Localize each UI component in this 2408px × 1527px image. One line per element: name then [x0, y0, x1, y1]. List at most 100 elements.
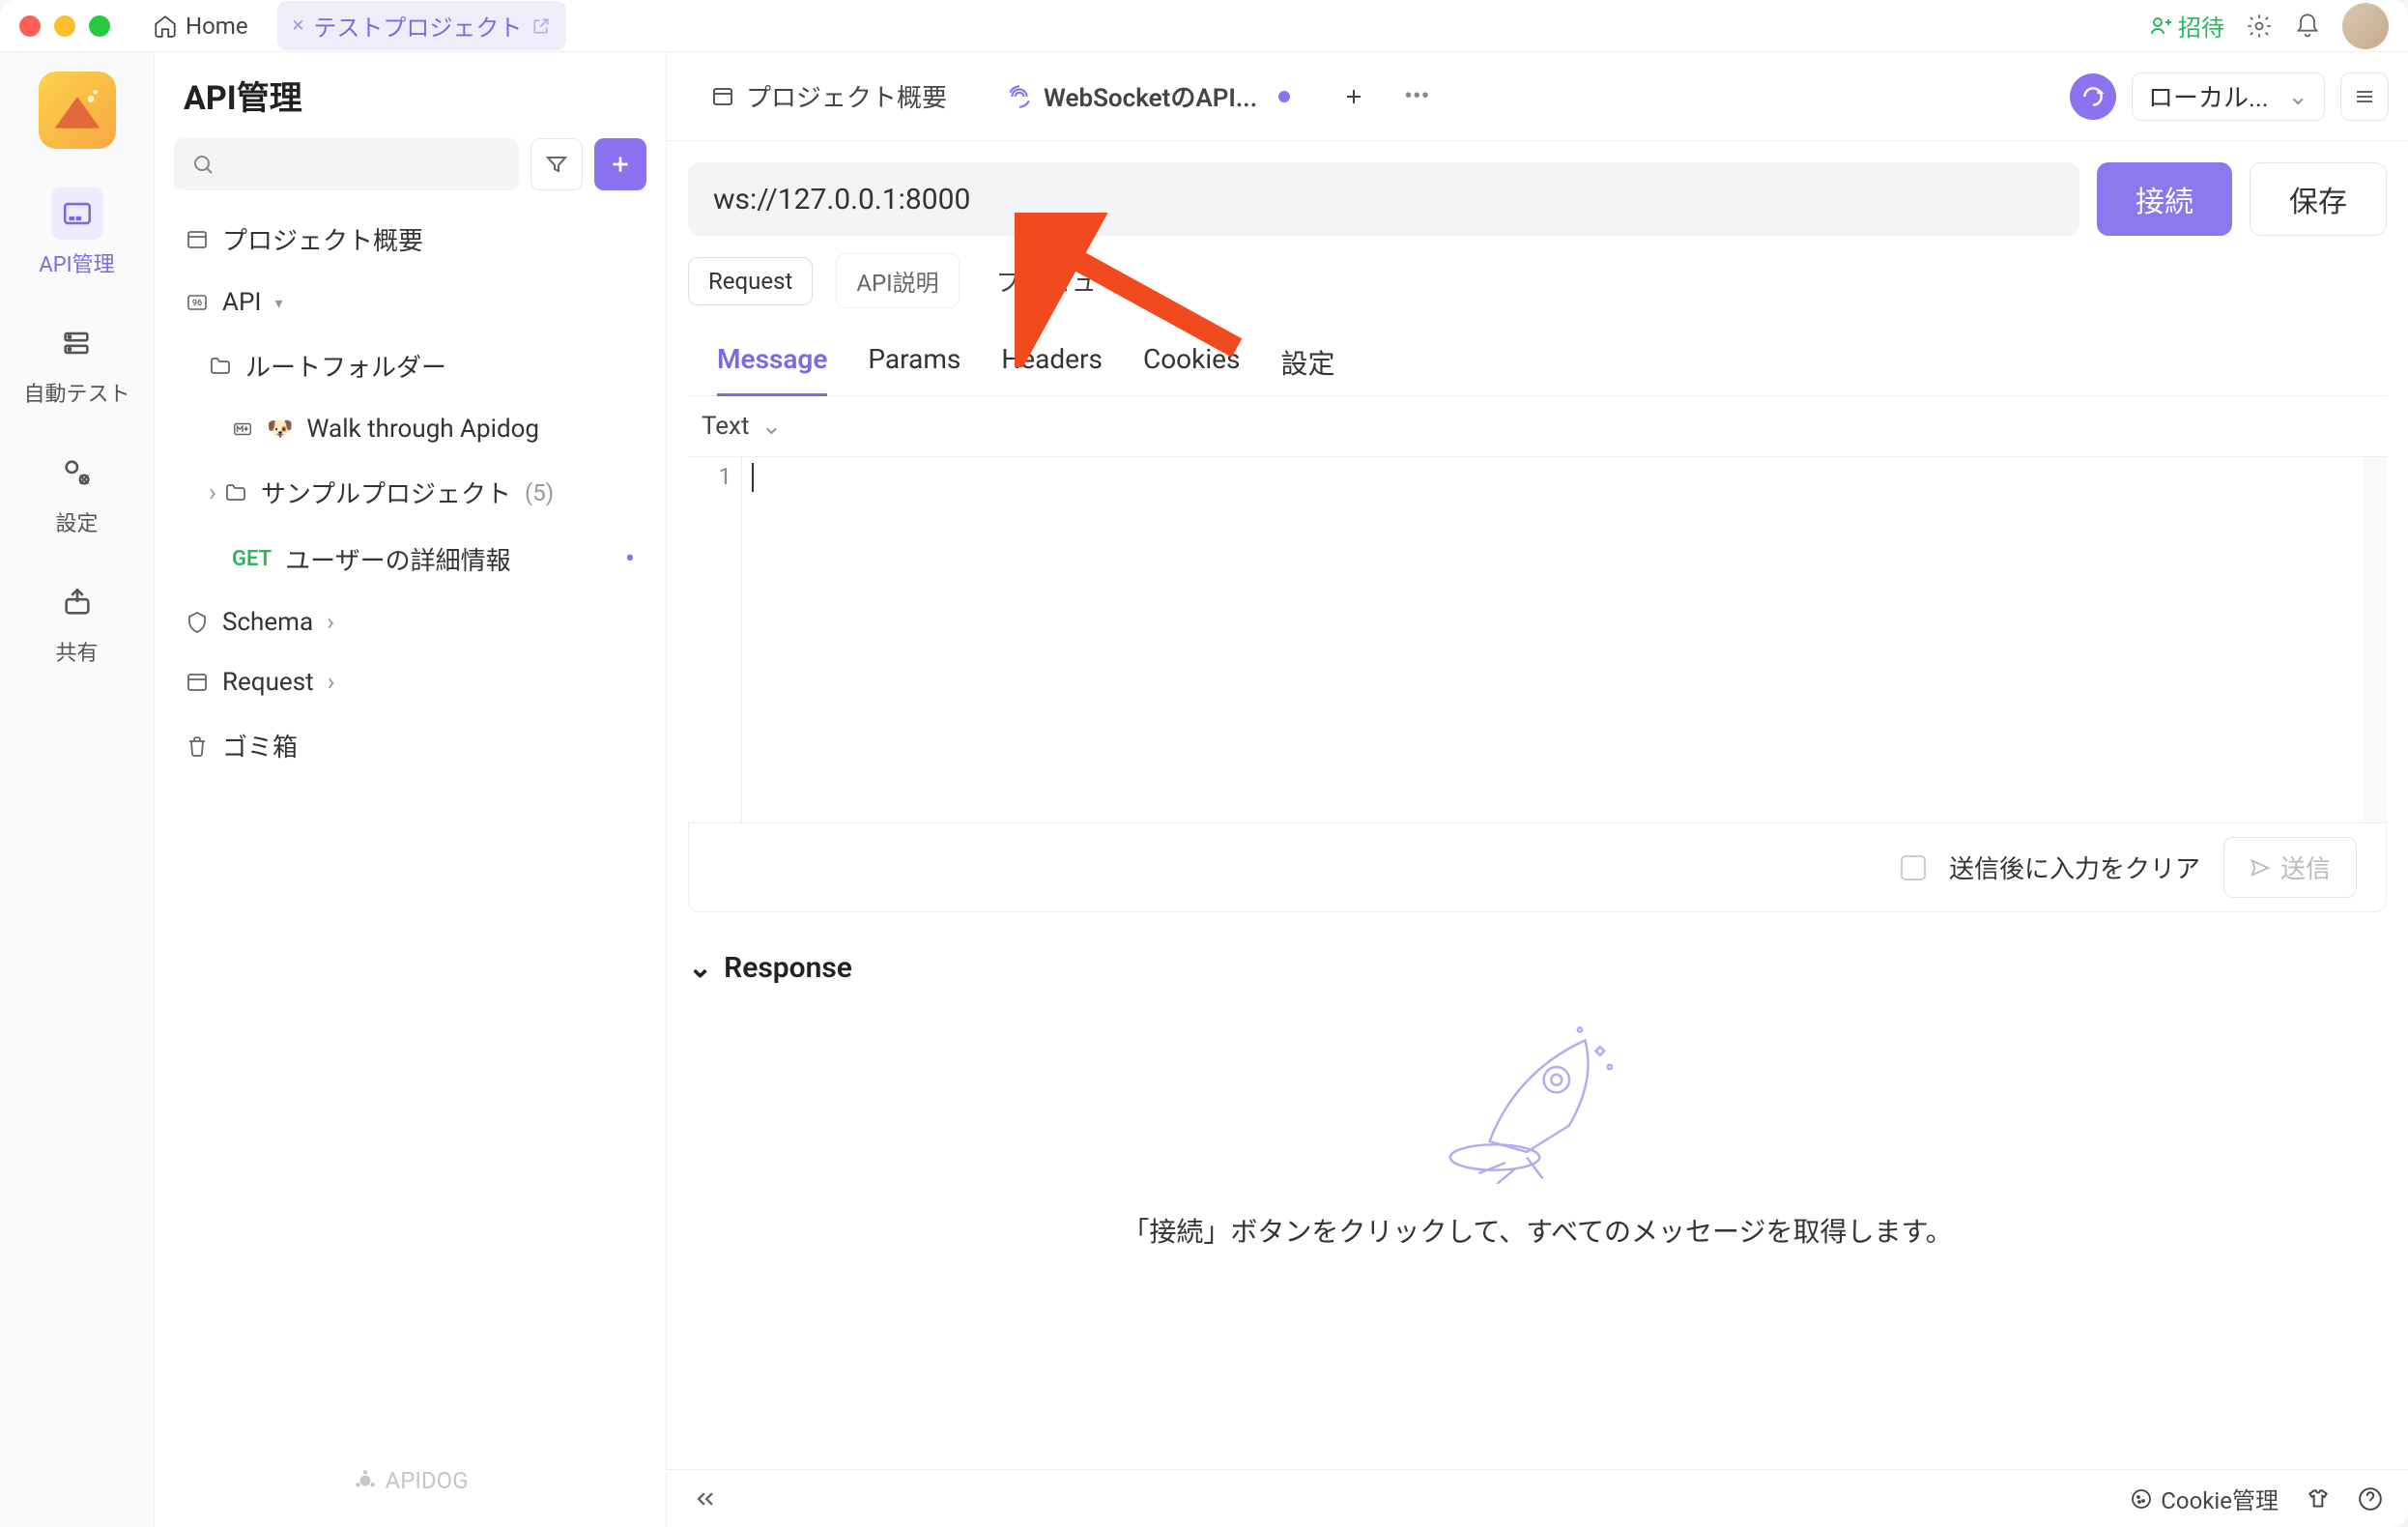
connect-button[interactable]: 接続	[2097, 162, 2232, 236]
tab-websocket[interactable]: WebSocketのAPI...	[982, 61, 1315, 131]
markdown-icon	[232, 418, 253, 440]
subtab-request-label: Request	[708, 268, 792, 295]
filter-button[interactable]	[530, 138, 583, 190]
sectiontab-cookies[interactable]: Cookies	[1143, 330, 1240, 395]
subtab-request[interactable]: Request	[688, 257, 813, 305]
send-label: 送信	[2280, 850, 2331, 885]
tree-trash-label: ゴミ箱	[222, 728, 298, 764]
filter-icon	[545, 153, 568, 176]
tree-overview-label: プロジェクト概要	[222, 221, 423, 257]
refresh-icon	[2080, 84, 2106, 109]
tree-trash[interactable]: ゴミ箱	[174, 714, 646, 777]
save-label: 保存	[2289, 178, 2347, 220]
rail-auto-test[interactable]: 自動テスト	[23, 317, 129, 408]
api-icon	[51, 187, 103, 240]
dog-icon: 🐶	[267, 418, 293, 442]
response-placeholder: 「接続」ボタンをクリックして、すべてのメッセージを取得します。	[688, 1211, 2387, 1250]
api-badge-icon: 96	[186, 291, 209, 314]
main-footer: Cookie管理	[667, 1469, 2408, 1527]
save-button[interactable]: 保存	[2250, 162, 2387, 236]
tree-schema-label: Schema	[222, 608, 313, 637]
subtab-preview-label: プレビュー	[996, 269, 1122, 298]
chevron-right-icon: ›	[327, 608, 334, 637]
side-rail: API管理 自動テスト 設定 共有	[0, 52, 155, 1527]
tree-api-section[interactable]: 96 API ▾	[174, 274, 646, 331]
response-section: ⌄ Response 「接続」ボタンをクリックして、すべてのメッセージを取得しま…	[688, 951, 2387, 1250]
settings-icon[interactable]	[2246, 13, 2273, 40]
tree-overview[interactable]: プロジェクト概要	[174, 208, 646, 271]
rail-settings-label: 設定	[55, 506, 98, 537]
line-number-1: 1	[688, 463, 741, 490]
brand-footer: APIDOG	[174, 1454, 646, 1508]
share-rail-icon	[51, 576, 103, 628]
add-button[interactable]	[594, 138, 646, 190]
tab-overview-label: プロジェクト概要	[746, 78, 947, 114]
help-icon[interactable]	[2358, 1486, 2383, 1512]
cookie-management[interactable]: Cookie管理	[2130, 1482, 2279, 1515]
tshirt-icon[interactable]	[2306, 1486, 2331, 1512]
settings-rail-icon	[51, 447, 103, 499]
editor-cursor	[752, 463, 754, 492]
tab-overview[interactable]: プロジェクト概要	[686, 61, 972, 131]
sectiontab-message[interactable]: Message	[717, 330, 827, 395]
content-type-select[interactable]: Text ⌄	[667, 396, 2408, 456]
send-button[interactable]: 送信	[2223, 837, 2357, 898]
more-tabs-button[interactable]: •••	[1392, 69, 1441, 125]
sectiontab-params[interactable]: Params	[868, 330, 960, 395]
chevron-down-icon: ⌄	[760, 412, 782, 441]
chevron-right-icon: ›	[209, 478, 216, 507]
auto-test-icon	[50, 317, 102, 369]
tree-sample-count: (5)	[525, 479, 554, 506]
url-value: ws://127.0.0.1:8000	[713, 183, 970, 216]
response-header[interactable]: ⌄ Response	[688, 951, 2387, 985]
tree-schema[interactable]: Schema ›	[174, 594, 646, 650]
tree-walkthrough-label: Walk through Apidog	[306, 415, 539, 444]
sectiontab-settings[interactable]: 設定	[1280, 330, 1334, 395]
close-window-button[interactable]	[19, 15, 41, 37]
window-controls	[19, 15, 110, 37]
sectiontab-headers[interactable]: Headers	[1001, 330, 1103, 395]
notification-icon[interactable]	[2294, 13, 2321, 40]
minimize-window-button[interactable]	[54, 15, 75, 37]
editor[interactable]: 1	[688, 456, 2387, 823]
tree-root-folder[interactable]: ルートフォルダー	[174, 334, 646, 397]
add-tab-button[interactable]	[1325, 72, 1383, 122]
cookie-icon	[2130, 1487, 2153, 1511]
collapse-sidebar-button[interactable]	[692, 1485, 719, 1513]
home-button[interactable]: Home	[139, 5, 262, 47]
rail-settings[interactable]: 設定	[51, 447, 103, 537]
subtab-api-desc[interactable]: API説明	[836, 253, 959, 308]
rail-api-management[interactable]: API管理	[39, 187, 114, 278]
search-input[interactable]	[174, 138, 519, 190]
rail-share[interactable]: 共有	[51, 576, 103, 667]
editor-text-area[interactable]	[742, 457, 2387, 822]
url-input[interactable]: ws://127.0.0.1:8000	[688, 162, 2079, 236]
environment-select[interactable]: ローカル... ⌄	[2132, 72, 2325, 121]
env-label: ローカル...	[2148, 78, 2269, 114]
tree-request-label: Request	[222, 668, 314, 697]
rail-api-label: API管理	[39, 247, 114, 278]
invite-button[interactable]: 招待	[2149, 9, 2224, 43]
send-icon	[2250, 857, 2271, 879]
project-tab[interactable]: × テストプロジェクト	[277, 1, 567, 50]
gutter: 1	[688, 457, 742, 822]
tree-request[interactable]: Request ›	[174, 654, 646, 710]
clear-after-send-checkbox[interactable]	[1901, 855, 1926, 880]
close-tab-icon[interactable]: ×	[293, 14, 304, 38]
tree-walkthrough[interactable]: 🐶 Walk through Apidog	[174, 401, 646, 457]
menu-button[interactable]	[2340, 72, 2389, 121]
tree-root-label: ルートフォルダー	[245, 348, 446, 384]
chevron-down-icon: ⌄	[688, 951, 712, 985]
tree-user-detail[interactable]: GET ユーザーの詳細情報 •	[174, 528, 646, 591]
avatar[interactable]	[2342, 3, 2389, 49]
more-icon: •••	[1404, 82, 1429, 111]
project-tab-label: テストプロジェクト	[313, 9, 522, 43]
tree-sample-project[interactable]: › サンプルプロジェクト (5)	[174, 461, 646, 524]
maximize-window-button[interactable]	[89, 15, 110, 37]
plus-icon	[1342, 85, 1365, 108]
cookie-label: Cookie管理	[2161, 1482, 2279, 1515]
editor-right-margin	[2364, 457, 2387, 822]
websocket-icon	[1007, 84, 1032, 109]
subtab-preview[interactable]: プレビュー	[983, 253, 1135, 308]
circle-run-button[interactable]	[2070, 73, 2116, 120]
